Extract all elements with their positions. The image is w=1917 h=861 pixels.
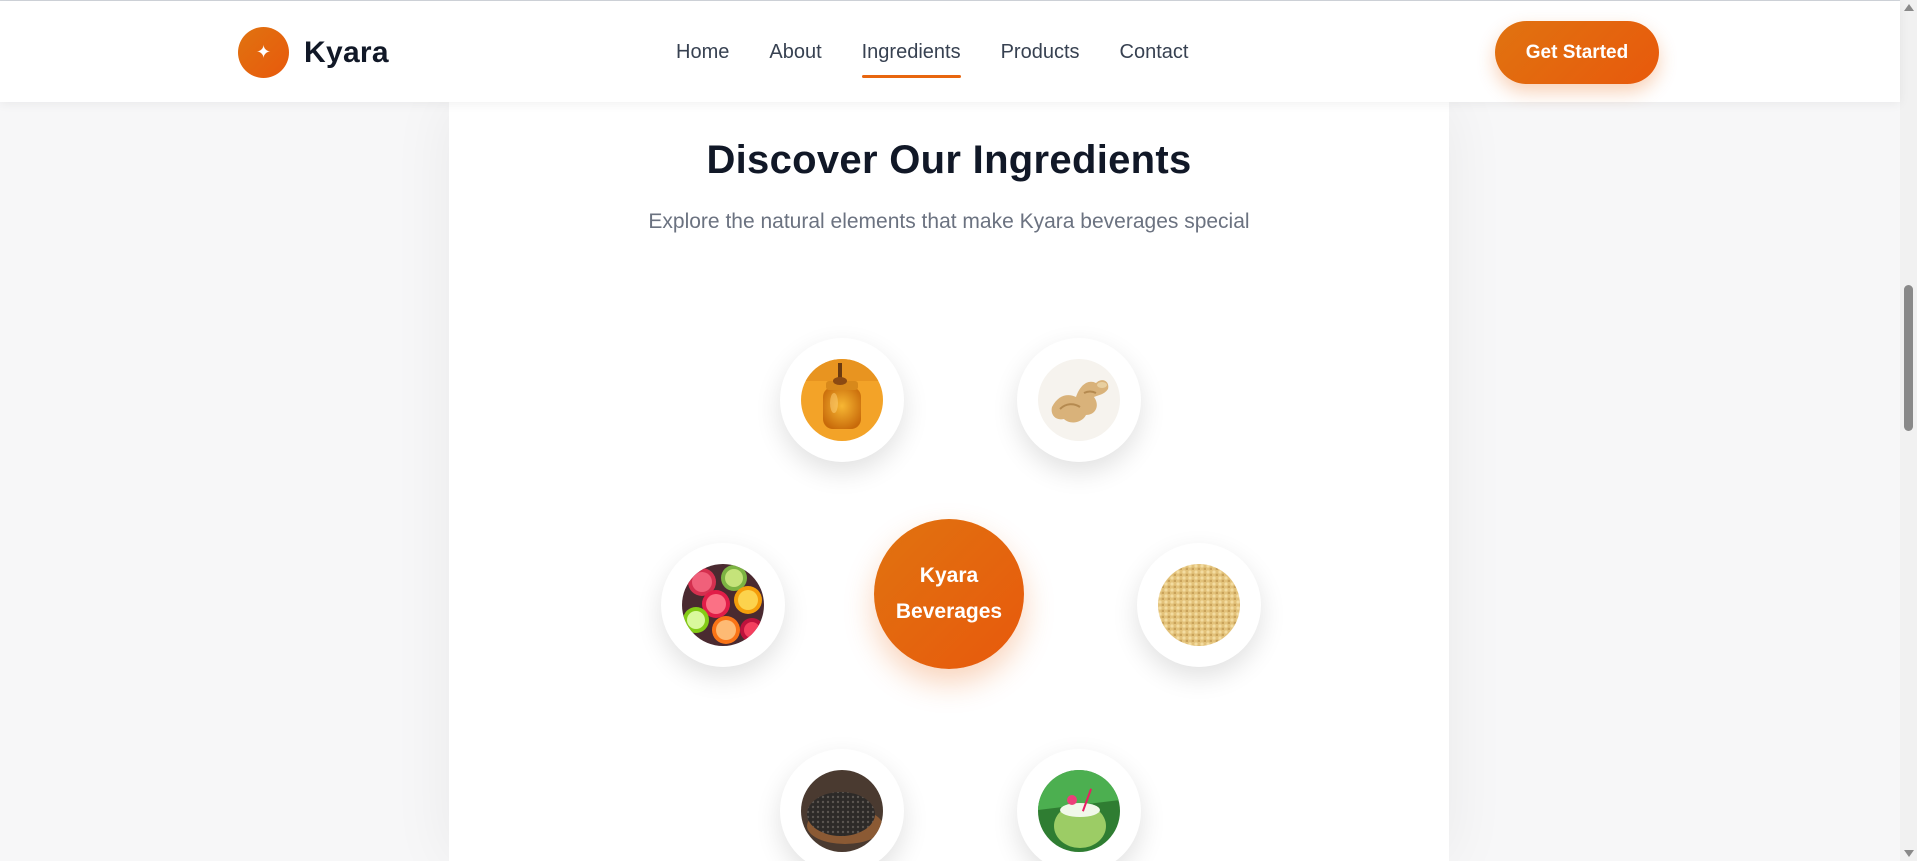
ingredients-section: Discover Our Ingredients Explore the nat… (449, 102, 1449, 861)
center-line-2: Beverages (895, 600, 1003, 623)
ingredient-chia[interactable] (780, 749, 904, 861)
brand-logo[interactable]: ✦ Kyara (238, 27, 389, 78)
citrus-image (682, 564, 764, 646)
ingredient-coconut[interactable] (1017, 749, 1141, 861)
nav-products[interactable]: Products (1001, 41, 1080, 64)
page-scrollbar[interactable] (1900, 0, 1917, 861)
main-nav: Home About Ingredients Products Contact (676, 41, 1228, 78)
nav-about[interactable]: About (769, 41, 821, 64)
scroll-down-arrow-icon[interactable] (1904, 850, 1914, 857)
ingredient-ginger[interactable] (1017, 338, 1141, 462)
get-started-button[interactable]: Get Started (1495, 21, 1659, 84)
ginger-image (1038, 359, 1120, 441)
scrollbar-thumb[interactable] (1904, 285, 1913, 431)
sparkle-icon: ✦ (238, 27, 289, 78)
chia-image (801, 770, 883, 852)
honey-image (801, 359, 883, 441)
nav-contact[interactable]: Contact (1120, 41, 1189, 64)
center-brand-circle: Kyara Beverages (874, 519, 1024, 669)
coconut-image (1038, 770, 1120, 852)
scroll-up-arrow-icon[interactable] (1904, 4, 1914, 11)
section-subtitle: Explore the natural elements that make K… (648, 210, 1250, 233)
nav-home[interactable]: Home (676, 41, 729, 64)
ingredient-citrus[interactable] (661, 543, 785, 667)
ingredient-grains[interactable] (1137, 543, 1261, 667)
center-line-1: Kyara (919, 564, 979, 587)
navbar: ✦ Kyara Home About Ingredients Products … (0, 1, 1900, 102)
ingredient-honey[interactable] (780, 338, 904, 462)
grains-image (1158, 564, 1240, 646)
nav-ingredients[interactable]: Ingredients (861, 41, 961, 78)
brand-name: Kyara (304, 35, 389, 69)
section-title: Discover Our Ingredients (706, 138, 1192, 182)
